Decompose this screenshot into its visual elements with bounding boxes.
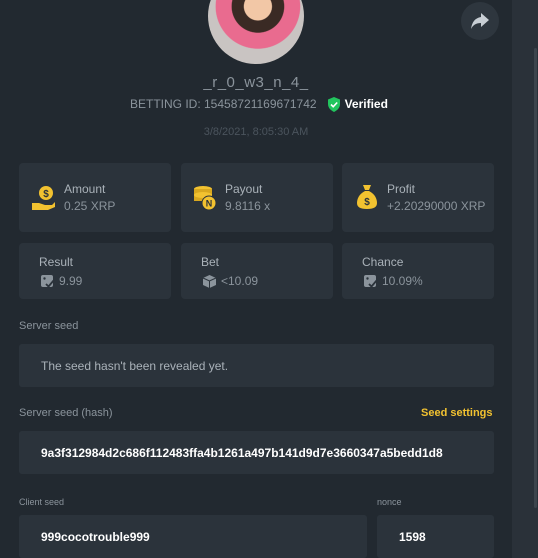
svg-text:$: $ — [43, 189, 49, 200]
payout-card: N Payout 9.8116 x — [181, 163, 333, 232]
chance-value: 10.09% — [382, 274, 423, 288]
svg-text:N: N — [206, 199, 213, 209]
client-seed-label: Client seed — [19, 497, 65, 507]
coin-stack-icon: N — [194, 186, 217, 211]
bet-label: Bet — [201, 255, 220, 269]
share-icon — [471, 13, 489, 29]
betting-id: BETTING ID: 15458721169671742 — [130, 97, 317, 111]
dice-icon — [202, 275, 217, 288]
result-card: Result 9.99 — [19, 243, 171, 299]
verified-badge: Verified — [327, 96, 388, 112]
nonce-field[interactable]: 1598 — [377, 515, 494, 558]
server-seed-label: Server seed — [19, 320, 79, 332]
verified-shield-icon — [327, 96, 340, 112]
seed-settings-link[interactable]: Seed settings — [421, 407, 493, 419]
share-button[interactable] — [461, 2, 499, 40]
result-value: 9.99 — [59, 274, 83, 288]
dice-check-icon — [364, 275, 378, 288]
client-seed-field[interactable]: 999cocotrouble999 — [19, 515, 367, 558]
bet-value: <10.09 — [221, 274, 259, 288]
betting-id-row: BETTING ID: 15458721169671742 Verified — [130, 96, 388, 112]
profit-label: Profit — [387, 182, 416, 196]
nonce-label: nonce — [377, 497, 402, 507]
result-label: Result — [39, 255, 74, 269]
scrollbar[interactable] — [534, 48, 537, 508]
verified-label: Verified — [344, 97, 388, 111]
server-seed-hash-label: Server seed (hash) — [19, 407, 113, 419]
payout-label: Payout — [225, 182, 263, 196]
profit-card: $ Profit +2.20290000 XRP — [342, 163, 494, 232]
server-seed-field[interactable]: The seed hasn't been revealed yet. — [19, 344, 494, 387]
amount-value: 0.25 XRP — [64, 199, 116, 213]
bet-card: Bet <10.09 — [181, 243, 333, 299]
dice-check-icon — [41, 275, 55, 288]
bet-timestamp: 3/8/2021, 8:05:30 AM — [203, 126, 309, 138]
chance-label: Chance — [362, 255, 404, 269]
scroll-track — [512, 0, 538, 558]
chance-card: Chance 10.09% — [342, 243, 494, 299]
money-sack-icon: $ — [357, 185, 377, 209]
server-seed-hash-field[interactable]: 9a3f312984d2c686f112483ffa4b1261a497b141… — [19, 431, 494, 474]
amount-label: Amount — [64, 182, 106, 196]
money-bag-hand-icon: $ — [32, 186, 55, 210]
username: _r_0_w3_n_4_ — [203, 74, 309, 91]
payout-value: 9.8116 x — [225, 199, 271, 213]
amount-card: $ Amount 0.25 XRP — [19, 163, 171, 232]
profit-value: +2.20290000 XRP — [387, 199, 486, 213]
svg-text:$: $ — [364, 197, 370, 208]
